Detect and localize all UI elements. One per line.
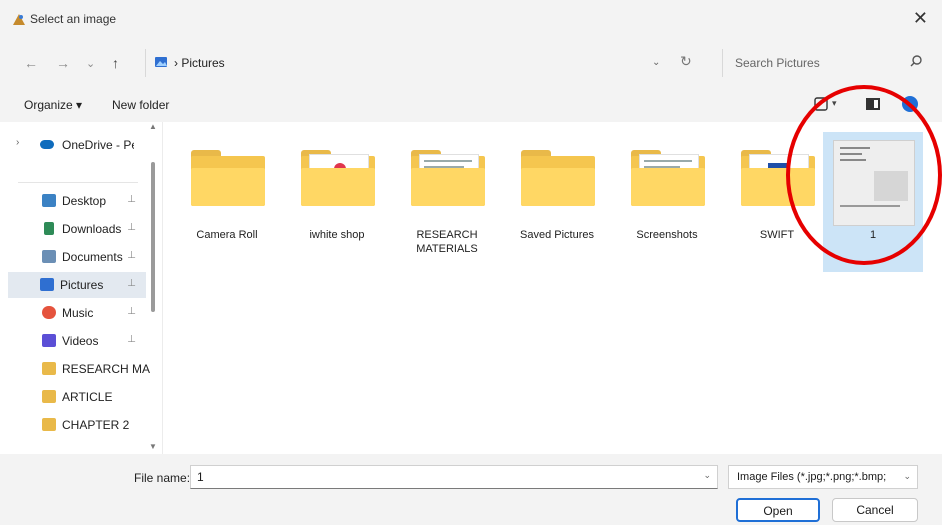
recent-locations-button[interactable]: ⌄: [86, 57, 95, 70]
sidebar-item-label: Videos: [62, 334, 99, 348]
search-placeholder: Search Pictures: [735, 56, 820, 70]
address-dropdown-icon[interactable]: ⌄: [652, 57, 660, 68]
file-type-select[interactable]: Image Files (*.jpg;*.png;*.bmp; ⌄: [728, 465, 918, 489]
command-bar: Organize ▾ New folder ▾: [0, 88, 942, 122]
search-icon: [910, 55, 922, 67]
sidebar-divider: [18, 182, 138, 183]
pin-icon: ⊥: [127, 250, 136, 261]
scroll-down-icon[interactable]: ▼: [149, 442, 157, 451]
sidebar-item-desktop[interactable]: Desktop ⊥: [10, 188, 146, 214]
sidebar-item-label: RESEARCH MA: [62, 362, 151, 376]
close-button[interactable]: ✕: [913, 8, 928, 29]
pin-icon: ⊥: [127, 334, 136, 345]
sidebar-item-label: Downloads: [62, 222, 122, 236]
music-icon: [42, 306, 56, 319]
folder-icon: [301, 150, 375, 206]
cloud-icon: [40, 140, 54, 149]
folder-icon: [42, 390, 56, 403]
folder-icon: [411, 150, 485, 206]
title-bar: Select an image ✕: [0, 0, 942, 38]
folder-screenshots[interactable]: Screenshots: [617, 132, 717, 272]
folder-camera-roll[interactable]: Camera Roll: [177, 132, 277, 272]
sidebar-item-research-materials[interactable]: RESEARCH MA: [10, 356, 150, 382]
cancel-button[interactable]: Cancel: [832, 498, 918, 522]
search-input[interactable]: Search Pictures: [722, 49, 933, 77]
open-button[interactable]: Open: [736, 498, 820, 522]
refresh-button[interactable]: ↻: [680, 53, 692, 70]
sidebar-item-label: Pictures: [60, 278, 104, 292]
pin-icon: ⊥: [127, 222, 136, 233]
file-type-dropdown-icon[interactable]: ⌄: [903, 471, 911, 482]
file-label: iwhite shop: [309, 229, 365, 241]
file-type-value: Image Files (*.jpg;*.png;*.bmp;: [737, 471, 887, 483]
file-name-label: File name:: [134, 471, 191, 485]
forward-button[interactable]: →: [56, 55, 70, 71]
organize-button[interactable]: Organize ▾: [24, 98, 82, 112]
up-button[interactable]: ↑: [112, 55, 119, 71]
file-name-input[interactable]: 1 ⌄: [190, 465, 718, 489]
sidebar-item-documents[interactable]: Documents ⊥: [10, 244, 146, 270]
sidebar-item-chapter-2[interactable]: CHAPTER 2: [10, 412, 146, 438]
sidebar-item-label: Documents: [62, 250, 123, 264]
scrollbar-thumb[interactable]: [151, 162, 155, 312]
download-icon: [44, 222, 54, 235]
breadcrumb[interactable]: › Pictures: [174, 56, 225, 70]
sidebar-item-label: OneDrive - Pers: [62, 138, 134, 152]
address-bar[interactable]: › Pictures: [145, 49, 711, 77]
sidebar-item-onedrive[interactable]: › OneDrive - Pers: [10, 132, 146, 158]
desktop-icon: [42, 194, 56, 207]
folder-icon: [631, 150, 705, 206]
pictures-icon: [155, 57, 167, 67]
file-label: Camera Roll: [196, 229, 258, 241]
documents-icon: [42, 250, 56, 263]
scroll-up-icon[interactable]: ▲: [149, 122, 157, 131]
back-button[interactable]: ←: [24, 55, 38, 71]
annotation-circle: [786, 85, 942, 265]
app-icon: [13, 14, 25, 25]
address-toolbar: ← → ⌄ ↑ › Pictures ⌄ ↻ Search Pictures: [0, 38, 942, 88]
folder-research-materials[interactable]: RESEARCH MATERIALS: [397, 132, 497, 272]
sidebar-item-label: Music: [62, 306, 94, 320]
file-label: RESEARCH MATERIALS: [416, 229, 478, 255]
pin-icon: ⊥: [127, 306, 136, 317]
folder-iwhite-shop[interactable]: iwhite shop: [287, 132, 387, 272]
sidebar-item-downloads[interactable]: Downloads ⊥: [10, 216, 146, 242]
file-name-bar: File name: 1 ⌄ Image Files (*.jpg;*.png;…: [0, 454, 942, 525]
sidebar-item-label: ARTICLE: [62, 390, 113, 404]
folder-icon: [191, 150, 265, 206]
file-name-value: 1: [197, 470, 204, 484]
file-label: Saved Pictures: [520, 229, 594, 241]
file-name-dropdown-icon[interactable]: ⌄: [703, 470, 711, 481]
folder-icon: [42, 418, 56, 431]
window-title: Select an image: [30, 12, 117, 26]
navigation-pane[interactable]: › OneDrive - Pers Desktop ⊥ Downloads ⊥ …: [0, 122, 163, 454]
pictures-icon: [40, 278, 54, 291]
videos-icon: [42, 334, 56, 347]
folder-saved-pictures[interactable]: Saved Pictures: [507, 132, 607, 272]
sidebar-scrollbar[interactable]: ▲ ▼: [148, 122, 158, 454]
pin-icon: ⊥: [127, 194, 136, 205]
folder-icon: [521, 150, 595, 206]
new-folder-button[interactable]: New folder: [112, 98, 169, 112]
sidebar-item-article[interactable]: ARTICLE: [10, 384, 146, 410]
file-label: Screenshots: [636, 229, 698, 241]
sidebar-item-label: CHAPTER 2: [62, 418, 130, 432]
pin-icon: ⊥: [127, 278, 136, 289]
sidebar-item-pictures[interactable]: Pictures ⊥: [8, 272, 146, 298]
expand-chevron-icon[interactable]: ›: [16, 137, 19, 148]
sidebar-item-videos[interactable]: Videos ⊥: [10, 328, 146, 354]
sidebar-item-label: Desktop: [62, 194, 107, 208]
folder-icon: [42, 362, 56, 375]
sidebar-item-music[interactable]: Music ⊥: [10, 300, 146, 326]
